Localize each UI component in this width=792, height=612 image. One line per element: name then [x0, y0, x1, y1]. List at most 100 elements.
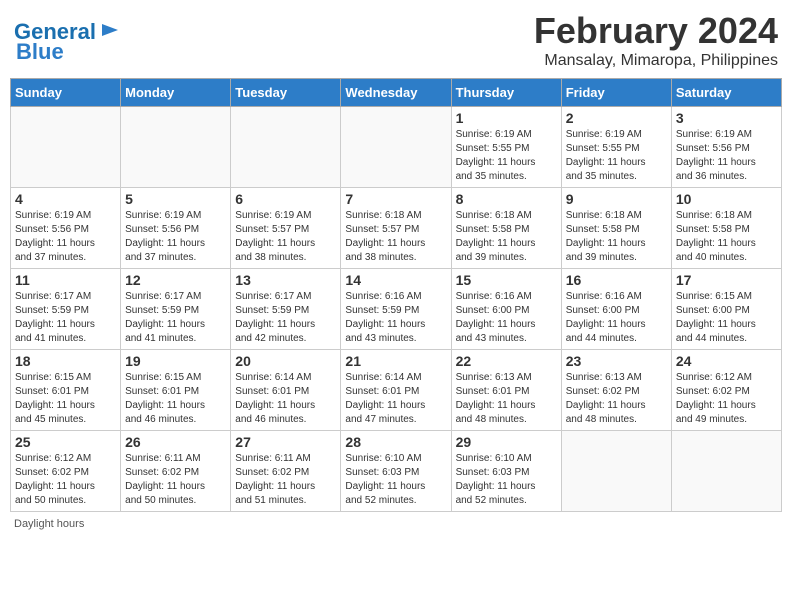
header-area: General Blue February 2024 Mansalay, Mim…	[10, 10, 782, 70]
day-number: 19	[125, 353, 226, 369]
calendar-cell: 18 Sunrise: 6:15 AM Sunset: 6:01 PM Dayli…	[11, 350, 121, 431]
day-number: 14	[345, 272, 446, 288]
day-number: 25	[15, 434, 116, 450]
day-info: Sunrise: 6:18 AM Sunset: 5:58 PM Dayligh…	[566, 209, 667, 265]
day-number: 20	[235, 353, 336, 369]
day-number: 7	[345, 191, 446, 207]
calendar-cell: 24 Sunrise: 6:12 AM Sunset: 6:02 PM Dayli…	[671, 350, 781, 431]
day-number: 27	[235, 434, 336, 450]
calendar-cell: 25 Sunrise: 6:12 AM Sunset: 6:02 PM Dayli…	[11, 431, 121, 512]
day-info: Sunrise: 6:19 AM Sunset: 5:57 PM Dayligh…	[235, 209, 336, 265]
calendar-cell	[231, 107, 341, 188]
day-number: 17	[676, 272, 777, 288]
day-number: 23	[566, 353, 667, 369]
day-number: 13	[235, 272, 336, 288]
calendar-cell: 29Sunrise: 6:10 AM Sunset: 6:03 PM Dayli…	[451, 431, 561, 512]
day-info: Sunrise: 6:14 AM Sunset: 6:01 PM Dayligh…	[345, 371, 446, 427]
day-info: Sunrise: 6:13 AM Sunset: 6:02 PM Dayligh…	[566, 371, 667, 427]
calendar-cell: 3 Sunrise: 6:19 AM Sunset: 5:56 PM Daylig…	[671, 107, 781, 188]
day-info: Sunrise: 6:19 AM Sunset: 5:55 PM Dayligh…	[456, 128, 557, 184]
day-number: 26	[125, 434, 226, 450]
day-number: 16	[566, 272, 667, 288]
calendar-cell: 1 Sunrise: 6:19 AM Sunset: 5:55 PM Daylig…	[451, 107, 561, 188]
logo-arrow-icon	[100, 20, 120, 45]
day-number: 15	[456, 272, 557, 288]
calendar-cell: 15 Sunrise: 6:16 AM Sunset: 6:00 PM Dayli…	[451, 269, 561, 350]
day-info: Sunrise: 6:11 AM Sunset: 6:02 PM Dayligh…	[125, 452, 226, 508]
day-number: 10	[676, 191, 777, 207]
day-info: Sunrise: 6:19 AM Sunset: 5:56 PM Dayligh…	[676, 128, 777, 184]
day-info: Sunrise: 6:13 AM Sunset: 6:01 PM Dayligh…	[456, 371, 557, 427]
weekday-header-thursday: Thursday	[451, 79, 561, 107]
day-number: 22	[456, 353, 557, 369]
calendar-cell: 27 Sunrise: 6:11 AM Sunset: 6:02 PM Dayli…	[231, 431, 341, 512]
location-title: Mansalay, Mimaropa, Philippines	[534, 52, 778, 70]
day-number: 3	[676, 110, 777, 126]
day-info: Sunrise: 6:18 AM Sunset: 5:58 PM Dayligh…	[676, 209, 777, 265]
day-info: Sunrise: 6:17 AM Sunset: 5:59 PM Dayligh…	[235, 290, 336, 346]
day-info: Sunrise: 6:18 AM Sunset: 5:58 PM Dayligh…	[456, 209, 557, 265]
calendar-cell: 6 Sunrise: 6:19 AM Sunset: 5:57 PM Daylig…	[231, 188, 341, 269]
day-number: 8	[456, 191, 557, 207]
logo: General Blue	[14, 18, 120, 64]
weekday-header-tuesday: Tuesday	[231, 79, 341, 107]
title-area: February 2024 Mansalay, Mimaropa, Philip…	[534, 10, 778, 70]
day-info: Sunrise: 6:17 AM Sunset: 5:59 PM Dayligh…	[15, 290, 116, 346]
calendar-cell: 9Sunrise: 6:18 AM Sunset: 5:58 PM Daylig…	[561, 188, 671, 269]
calendar-week-4: 25 Sunrise: 6:12 AM Sunset: 6:02 PM Dayli…	[11, 431, 782, 512]
logo-blue: Blue	[16, 39, 64, 64]
calendar-cell: 20 Sunrise: 6:14 AM Sunset: 6:01 PM Dayli…	[231, 350, 341, 431]
weekday-header-wednesday: Wednesday	[341, 79, 451, 107]
day-info: Sunrise: 6:14 AM Sunset: 6:01 PM Dayligh…	[235, 371, 336, 427]
day-number: 24	[676, 353, 777, 369]
calendar-cell: 4 Sunrise: 6:19 AM Sunset: 5:56 PM Daylig…	[11, 188, 121, 269]
day-number: 18	[15, 353, 116, 369]
day-number: 5	[125, 191, 226, 207]
day-number: 4	[15, 191, 116, 207]
calendar-cell: 2 Sunrise: 6:19 AM Sunset: 5:55 PM Daylig…	[561, 107, 671, 188]
calendar-cell	[341, 107, 451, 188]
calendar-cell: 26 Sunrise: 6:11 AM Sunset: 6:02 PM Dayli…	[121, 431, 231, 512]
calendar-week-1: 4 Sunrise: 6:19 AM Sunset: 5:56 PM Daylig…	[11, 188, 782, 269]
weekday-header-sunday: Sunday	[11, 79, 121, 107]
calendar-cell: 17 Sunrise: 6:15 AM Sunset: 6:00 PM Dayli…	[671, 269, 781, 350]
calendar-table: SundayMondayTuesdayWednesdayThursdayFrid…	[10, 78, 782, 512]
day-number: 28	[345, 434, 446, 450]
calendar-cell: 11 Sunrise: 6:17 AM Sunset: 5:59 PM Dayli…	[11, 269, 121, 350]
day-info: Sunrise: 6:19 AM Sunset: 5:55 PM Dayligh…	[566, 128, 667, 184]
day-number: 11	[15, 272, 116, 288]
calendar-week-2: 11 Sunrise: 6:17 AM Sunset: 5:59 PM Dayli…	[11, 269, 782, 350]
day-number: 1	[456, 110, 557, 126]
day-number: 21	[345, 353, 446, 369]
footer-note: Daylight hours	[10, 518, 782, 530]
weekday-header-saturday: Saturday	[671, 79, 781, 107]
day-info: Sunrise: 6:19 AM Sunset: 5:56 PM Dayligh…	[15, 209, 116, 265]
calendar-cell: 14 Sunrise: 6:16 AM Sunset: 5:59 PM Dayli…	[341, 269, 451, 350]
calendar-cell: 10 Sunrise: 6:18 AM Sunset: 5:58 PM Dayli…	[671, 188, 781, 269]
day-info: Sunrise: 6:15 AM Sunset: 6:01 PM Dayligh…	[15, 371, 116, 427]
calendar-week-0: 1 Sunrise: 6:19 AM Sunset: 5:55 PM Daylig…	[11, 107, 782, 188]
day-info: Sunrise: 6:17 AM Sunset: 5:59 PM Dayligh…	[125, 290, 226, 346]
day-info: Sunrise: 6:16 AM Sunset: 6:00 PM Dayligh…	[456, 290, 557, 346]
calendar-cell: 23 Sunrise: 6:13 AM Sunset: 6:02 PM Dayli…	[561, 350, 671, 431]
day-info: Sunrise: 6:12 AM Sunset: 6:02 PM Dayligh…	[676, 371, 777, 427]
day-info: Sunrise: 6:11 AM Sunset: 6:02 PM Dayligh…	[235, 452, 336, 508]
day-number: 6	[235, 191, 336, 207]
day-info: Sunrise: 6:15 AM Sunset: 6:00 PM Dayligh…	[676, 290, 777, 346]
weekday-header-monday: Monday	[121, 79, 231, 107]
calendar-cell: 28Sunrise: 6:10 AM Sunset: 6:03 PM Dayli…	[341, 431, 451, 512]
day-info: Sunrise: 6:16 AM Sunset: 6:00 PM Dayligh…	[566, 290, 667, 346]
calendar-cell: 13 Sunrise: 6:17 AM Sunset: 5:59 PM Dayli…	[231, 269, 341, 350]
weekday-header-friday: Friday	[561, 79, 671, 107]
day-info: Sunrise: 6:16 AM Sunset: 5:59 PM Dayligh…	[345, 290, 446, 346]
day-info: Sunrise: 6:15 AM Sunset: 6:01 PM Dayligh…	[125, 371, 226, 427]
calendar-cell	[11, 107, 121, 188]
calendar-cell: 21 Sunrise: 6:14 AM Sunset: 6:01 PM Dayli…	[341, 350, 451, 431]
day-info: Sunrise: 6:12 AM Sunset: 6:02 PM Dayligh…	[15, 452, 116, 508]
day-number: 2	[566, 110, 667, 126]
calendar-cell	[561, 431, 671, 512]
calendar-cell: 8 Sunrise: 6:18 AM Sunset: 5:58 PM Daylig…	[451, 188, 561, 269]
day-number: 29	[456, 434, 557, 450]
calendar-week-3: 18 Sunrise: 6:15 AM Sunset: 6:01 PM Dayli…	[11, 350, 782, 431]
day-number: 12	[125, 272, 226, 288]
